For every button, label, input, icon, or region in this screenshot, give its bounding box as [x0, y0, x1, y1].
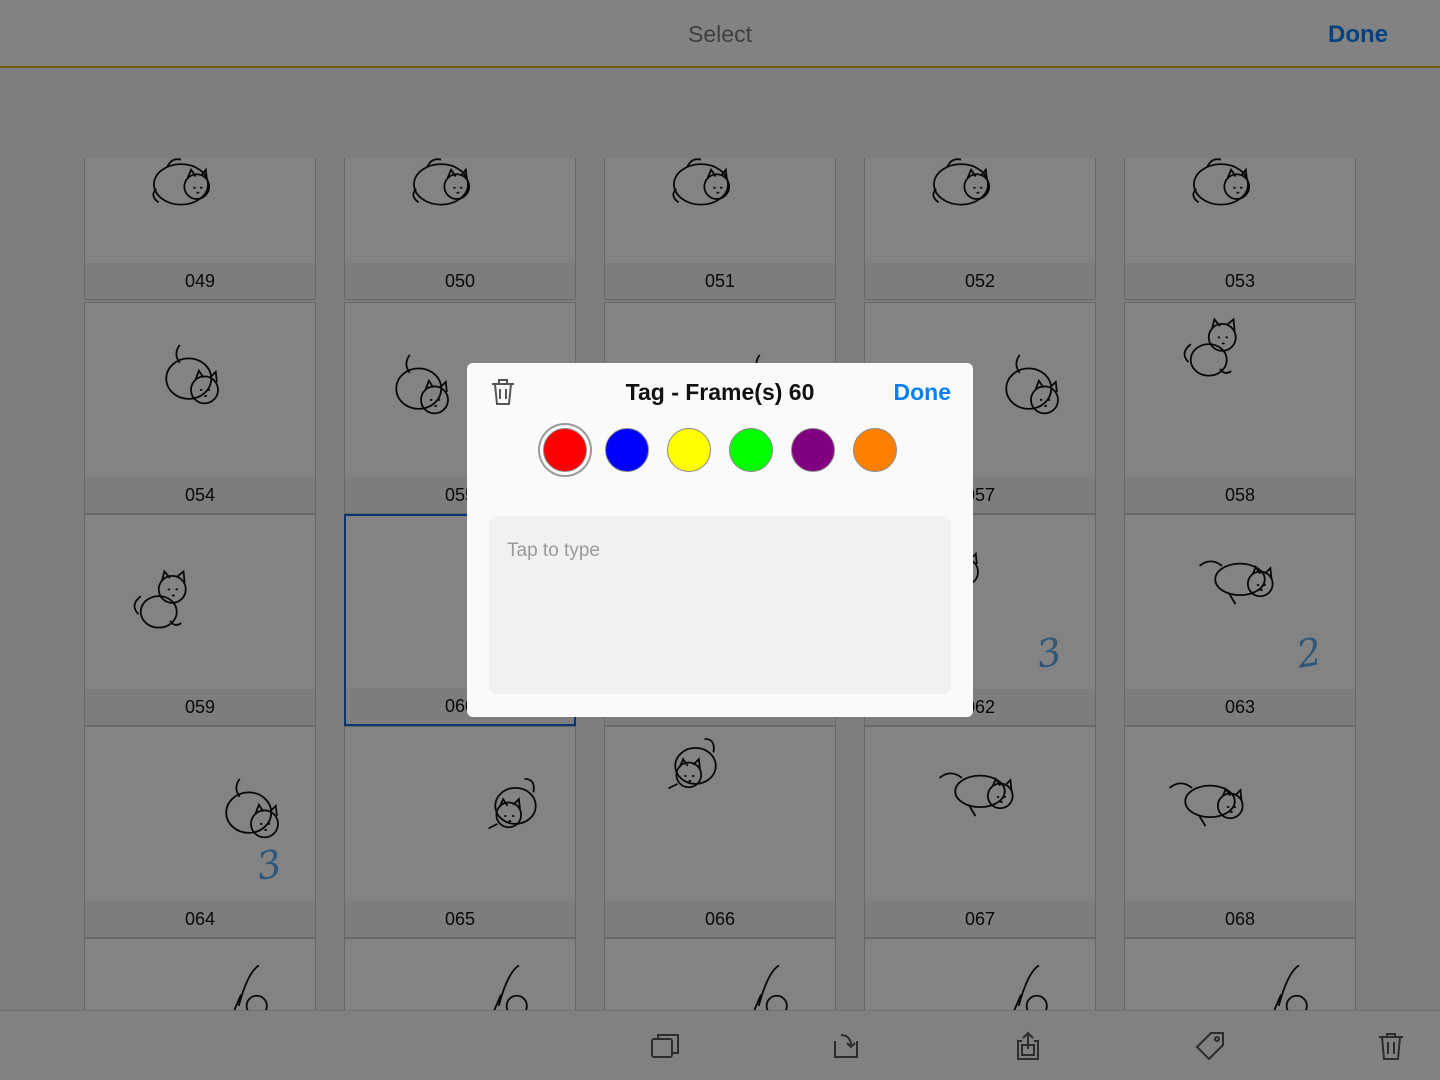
color-swatch-red[interactable] [543, 428, 587, 472]
color-swatch-blue[interactable] [605, 428, 649, 472]
color-swatches [467, 427, 973, 473]
color-swatch-green[interactable] [729, 428, 773, 472]
color-swatch-yellow[interactable] [667, 428, 711, 472]
tag-popover: Tag - Frame(s) 60 Done [467, 363, 973, 717]
tag-note-input[interactable] [489, 516, 951, 694]
color-swatch-purple[interactable] [791, 428, 835, 472]
color-swatch-orange[interactable] [853, 428, 897, 472]
popover-done-button[interactable]: Done [894, 379, 952, 406]
